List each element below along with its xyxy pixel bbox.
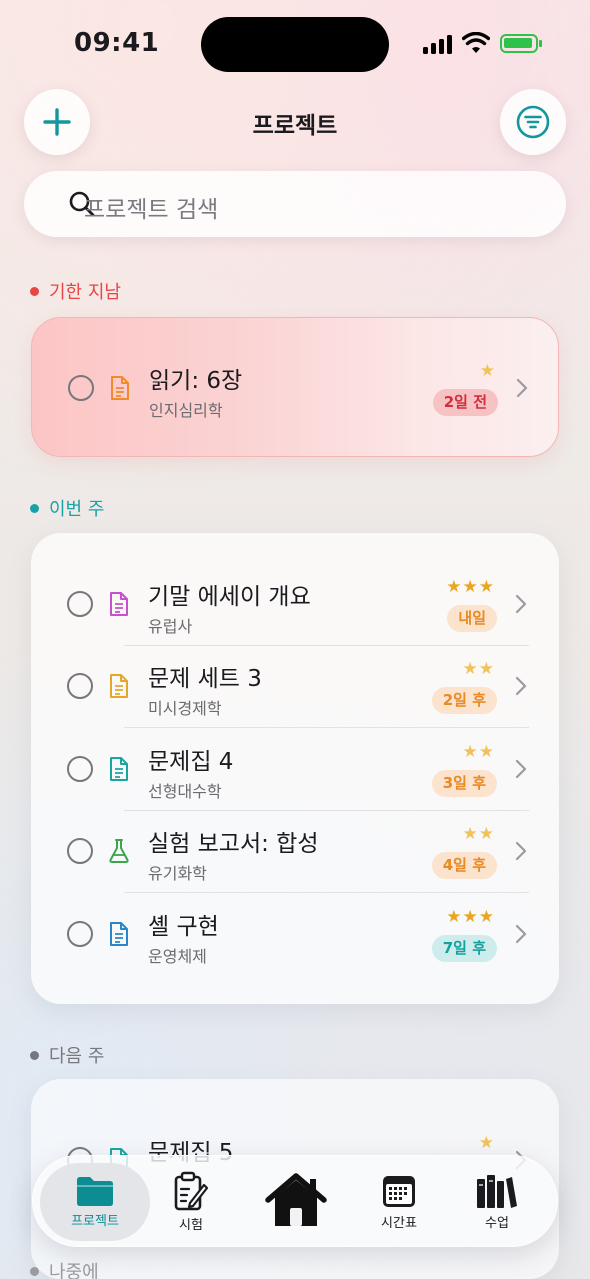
status-bar: 09:41: [0, 0, 590, 90]
chevron-right-icon: [515, 676, 527, 696]
tab-bar: 프로젝트 시험 시간표 수업: [32, 1155, 558, 1247]
complete-checkbox[interactable]: [68, 375, 94, 401]
due-badge: 내일: [447, 605, 497, 632]
tab-label: 수업: [485, 1216, 509, 1231]
complete-checkbox[interactable]: [67, 921, 93, 947]
filter-icon: [516, 105, 550, 139]
project-title: 문제집 4: [148, 749, 234, 775]
tab-classes[interactable]: 수업: [451, 1156, 543, 1248]
folder-icon: [77, 1177, 113, 1206]
project-subject: 미시경제학: [148, 699, 222, 718]
status-time: 09:41: [74, 28, 160, 58]
document-icon: [111, 376, 129, 400]
this-week-card: 기말 에세이 개요 유럽사 ★★★ 내일 문제 세트 3 미시경제학 ★★ 2일…: [31, 533, 559, 1004]
priority-stars: ★: [479, 361, 496, 381]
complete-checkbox[interactable]: [67, 673, 93, 699]
tab-projects[interactable]: 프로젝트: [40, 1156, 150, 1248]
overdue-card: 읽기: 6장 인지심리학 ★ 2일 전: [31, 317, 559, 457]
tab-home[interactable]: [251, 1156, 341, 1248]
tab-label: 시간표: [381, 1216, 417, 1231]
tab-label: 프로젝트: [71, 1214, 119, 1229]
chevron-right-icon: [515, 924, 527, 944]
due-badge: 4일 후: [431, 852, 497, 879]
complete-checkbox[interactable]: [67, 591, 93, 617]
tab-timetable[interactable]: 시간표: [353, 1156, 445, 1248]
priority-stars: ★: [478, 1133, 495, 1153]
section-later-label: 나중에: [30, 1258, 99, 1279]
chevron-right-icon: [516, 378, 528, 398]
project-row[interactable]: 문제 세트 3 미시경제학 ★★ 2일 후: [31, 645, 559, 727]
priority-stars: ★★: [462, 742, 495, 762]
cellular-signal-icon: [423, 34, 455, 54]
filter-button[interactable]: [500, 89, 566, 155]
due-badge: 7일 후: [431, 935, 497, 962]
project-row[interactable]: 기말 에세이 개요 유럽사 ★★★ 내일: [31, 563, 559, 645]
priority-stars: ★★★: [446, 577, 495, 597]
section-title: 이번 주: [49, 499, 105, 520]
chevron-right-icon: [515, 594, 527, 614]
project-subject: 유기화학: [148, 864, 207, 883]
project-title: 문제 세트 3: [148, 666, 262, 692]
complete-checkbox[interactable]: [67, 756, 93, 782]
document-icon: [110, 757, 128, 781]
section-next-week-label: 다음 주: [30, 1042, 104, 1068]
priority-stars: ★★: [462, 824, 495, 844]
this-week-dot: [30, 503, 39, 513]
project-row[interactable]: 셸 구현 운영체제 ★★★ 7일 후: [31, 893, 559, 975]
project-row[interactable]: 실험 보고서: 합성 유기화학 ★★ 4일 후: [31, 810, 559, 892]
project-title: 셸 구현: [148, 914, 219, 940]
project-title: 기말 에세이 개요: [148, 584, 311, 610]
project-subject: 인지심리학: [149, 401, 223, 420]
tab-exams[interactable]: 시험: [145, 1156, 237, 1248]
flask-icon: [109, 839, 129, 863]
complete-checkbox[interactable]: [67, 838, 93, 864]
priority-stars: ★★: [462, 659, 495, 679]
due-badge: 2일 후: [431, 687, 497, 714]
due-badge: 3일 후: [431, 770, 497, 797]
section-title: 다음 주: [49, 1046, 105, 1067]
project-subject: 유럽사: [148, 617, 193, 636]
section-this-week-label: 이번 주: [30, 495, 104, 521]
later-dot: [30, 1266, 39, 1276]
next-week-dot: [30, 1050, 39, 1060]
search-input[interactable]: 프로젝트 검색: [84, 190, 218, 224]
section-title: 기한 지남: [49, 282, 121, 303]
wifi-icon: [462, 32, 490, 53]
dynamic-island: [201, 17, 389, 72]
priority-stars: ★★★: [446, 907, 495, 927]
document-icon: [110, 922, 128, 946]
project-subject: 운영체제: [148, 947, 207, 966]
battery-icon: [500, 34, 542, 53]
project-row[interactable]: 읽기: 6장 인지심리학 ★ 2일 전: [32, 347, 560, 429]
due-badge: 2일 전: [432, 389, 498, 416]
project-title: 읽기: 6장: [149, 368, 243, 394]
document-icon: [110, 592, 128, 616]
chevron-right-icon: [515, 759, 527, 779]
project-title: 실험 보고서: 합성: [148, 831, 319, 857]
project-subject: 선형대수학: [148, 782, 222, 801]
home-icon: [265, 1172, 327, 1226]
section-overdue-label: 기한 지남: [30, 278, 121, 304]
project-row[interactable]: 문제집 4 선형대수학 ★★ 3일 후: [31, 728, 559, 810]
books-icon: [477, 1175, 517, 1208]
calendar-icon: [383, 1176, 415, 1207]
clipboard-icon: [174, 1171, 209, 1211]
document-icon: [110, 674, 128, 698]
overdue-dot: [30, 286, 39, 296]
chevron-right-icon: [515, 841, 527, 861]
tab-label: 시험: [179, 1218, 203, 1233]
section-title: 나중에: [49, 1262, 99, 1279]
